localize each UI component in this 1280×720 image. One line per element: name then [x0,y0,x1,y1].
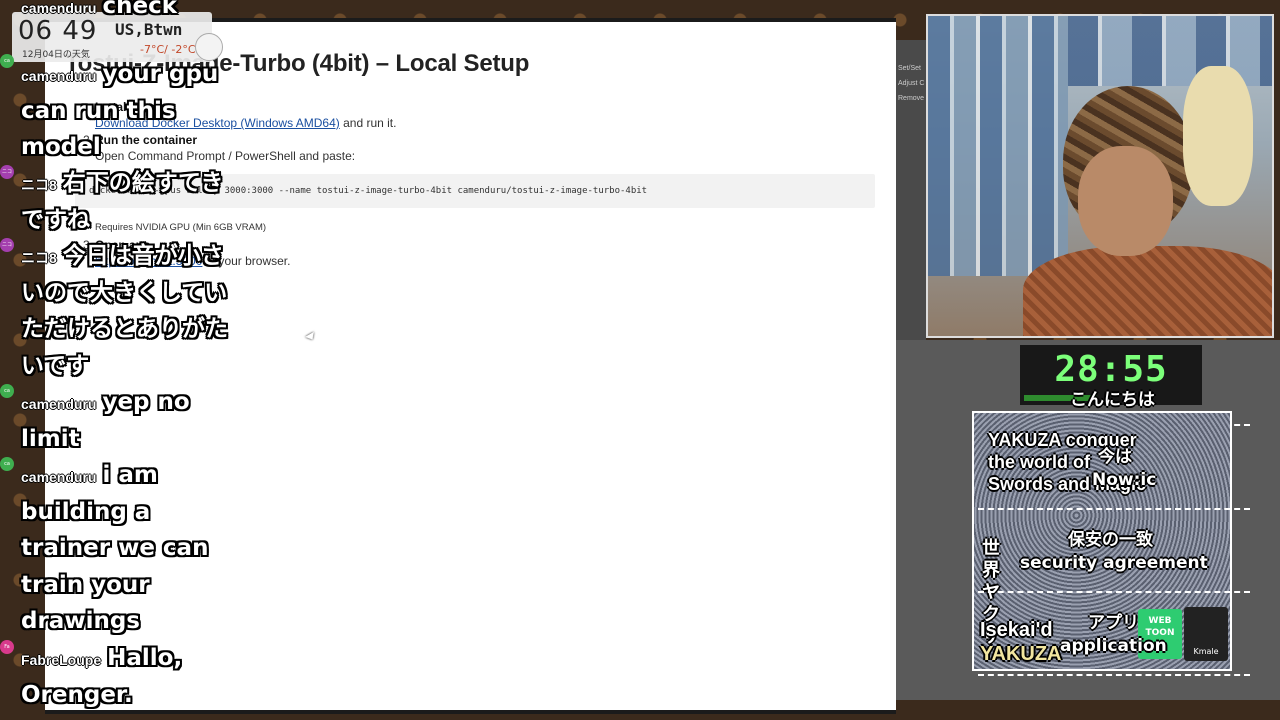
kmale-badge: Kmale [1184,607,1228,661]
app-label-jp: アプリ [1088,613,1139,633]
chat-author: camenduru [21,68,97,84]
now-label-en: Now:ic [1092,470,1157,490]
chat-message: FabreLoupe Hallo, Orenger. [21,640,236,713]
chat-message: camenduru check [21,0,236,25]
chat-overlay: camenduru check ca camenduru your gpu can … [0,0,240,720]
app-label-en: application [1060,636,1167,656]
person-sweater [1023,246,1272,336]
divider [978,591,1250,593]
yakuza-line: YAKUZA [980,643,1062,665]
chat-avatar-icon: ca [0,384,14,398]
isekai-title: Isekai'd YAKUZA [980,618,1062,666]
greeting-text: こんにちは [1070,390,1155,410]
chat-text: check [102,0,178,19]
chat-text: i am building a trainer we can train you… [21,462,209,634]
chat-author: FabreLoupe [21,652,102,668]
webcam-feed [926,14,1274,338]
step-1-suffix: and run it. [343,116,397,130]
teddy-bear [1183,66,1253,206]
wall-posters-top [1068,16,1272,86]
now-label-jp: 今は [1098,447,1132,467]
isekai-line: Isekai'd [980,619,1053,641]
chat-message: camenduru i am building a trainer we can … [21,457,236,640]
chat-author: ニコ8 [21,250,57,266]
chat-avatar-icon: ca [0,457,14,471]
chat-message: ニコ8 右下の絵すてきですね [21,165,236,238]
chat-message: ニコ8 今日は音が小さいので大きくしていただけるとありがたいです [21,238,236,384]
chat-avatar-icon: ニコ [0,238,14,252]
chat-author: camenduru [21,396,97,412]
person-face [1078,146,1173,256]
track-title-en: security agreement [1020,553,1208,573]
chat-message: camenduru your gpu can run this model [21,56,236,166]
chat-avatar-icon: Fa [0,640,14,654]
divider [978,508,1250,510]
track-title-jp: 保安の一致 [1068,530,1153,550]
timer-value: 28:55 [1054,349,1168,390]
wall-posters [928,16,1068,276]
side-app-label[interactable]: Remove [898,95,924,102]
divider [978,674,1250,676]
chat-author: ニコ8 [21,177,57,193]
chat-author: camenduru [21,469,97,485]
chat-message: camenduru yep no limit [21,384,236,457]
side-app-label[interactable]: Adjust C [898,80,924,87]
chat-avatar-icon: ニコ [0,165,14,179]
side-app-label[interactable]: Set/Set [898,65,921,72]
chat-author: camenduru [21,0,97,16]
chat-avatar-icon: ca [0,54,14,68]
